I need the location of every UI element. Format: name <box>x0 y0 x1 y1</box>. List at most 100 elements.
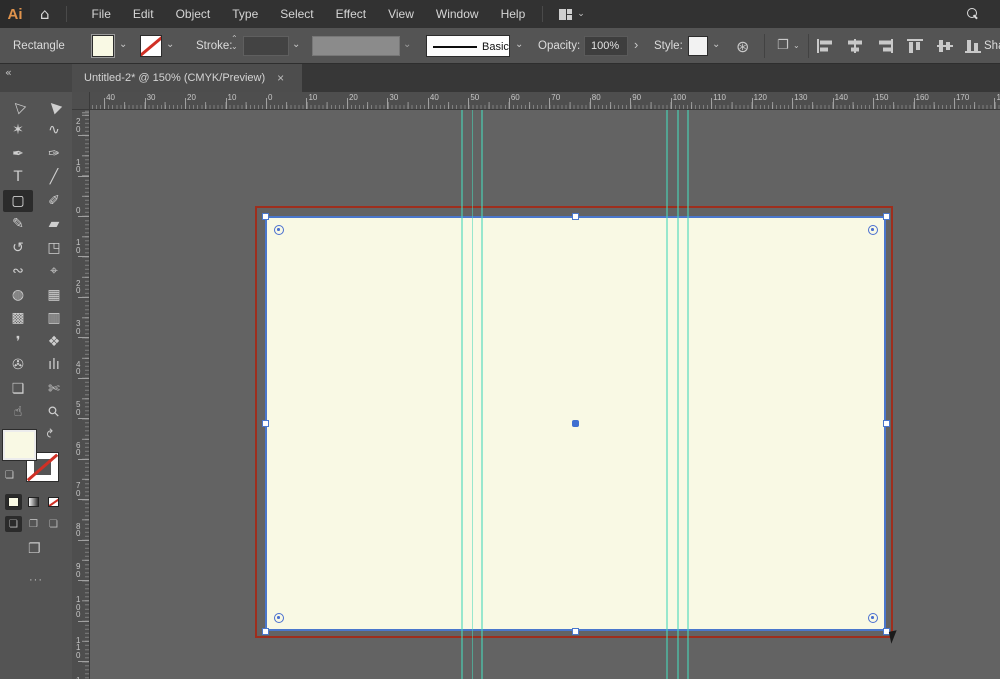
pen-tool[interactable]: ✒ <box>0 142 36 166</box>
selection-handle[interactable] <box>572 212 579 220</box>
isolate-object-icon[interactable]: ❐ <box>777 38 789 53</box>
rectangle-tool[interactable]: ▢ <box>3 190 33 212</box>
recolor-artwork-icon[interactable]: ⊛ <box>736 37 749 56</box>
corner-widget[interactable] <box>867 612 878 623</box>
canvas[interactable] <box>90 110 1000 679</box>
shaper-tool[interactable]: ✎ <box>0 213 36 237</box>
draw-behind-button[interactable]: ❐ <box>25 516 42 532</box>
blend-tool[interactable]: ❖ <box>36 330 72 354</box>
chevron-down-icon[interactable]: ⌄ <box>166 39 174 50</box>
selection-tool[interactable]: ▷ <box>0 95 36 119</box>
guide-line[interactable] <box>687 110 689 679</box>
document-tab[interactable]: Untitled-2* @ 150% (CMYK/Preview) × <box>72 64 302 92</box>
shape-builder-tool[interactable]: ◍ <box>0 283 36 307</box>
eyedropper-tool[interactable]: ❜ <box>0 330 36 354</box>
align-vertical-center-button[interactable] <box>934 37 956 55</box>
gradient-tool[interactable]: ▥ <box>36 307 72 331</box>
guide-line[interactable] <box>666 110 668 679</box>
corner-widget[interactable] <box>273 612 284 623</box>
selection-handle[interactable] <box>261 627 269 635</box>
screen-mode-button[interactable]: ❐ <box>28 541 41 557</box>
magic-wand-tool[interactable]: ✶ <box>0 119 36 143</box>
opacity-input[interactable]: 100% <box>584 36 628 56</box>
selection-handle[interactable] <box>261 212 269 220</box>
menu-select[interactable]: Select <box>269 0 324 28</box>
horizontal-ruler[interactable]: 40 30 20 10 0 10 20 30 40 50 60 70 80 90 100 110 120 130 1… <box>90 92 1000 110</box>
perspective-grid-tool[interactable]: ▦ <box>36 283 72 307</box>
graphic-style-swatch[interactable] <box>688 36 708 56</box>
opacity-options-arrow[interactable]: › <box>634 37 638 52</box>
ruler-origin-box[interactable] <box>72 92 90 110</box>
column-graph-tool[interactable]: ılı <box>36 354 72 378</box>
artboard-tool[interactable]: ❏ <box>0 377 36 401</box>
menu-type[interactable]: Type <box>221 0 269 28</box>
center-point[interactable] <box>572 420 579 427</box>
slice-tool[interactable]: ✄ <box>36 377 72 401</box>
corner-widget[interactable] <box>273 224 284 235</box>
close-tab-icon[interactable]: × <box>277 71 284 85</box>
fill-proxy[interactable] <box>2 429 37 461</box>
guide-line[interactable] <box>677 110 679 679</box>
zoom-tool[interactable]: ⚲ <box>36 401 72 425</box>
stroke-weight-input[interactable] <box>243 36 289 56</box>
collapse-panel-icon[interactable]: « <box>5 66 12 79</box>
hand-tool[interactable]: ☝ <box>0 401 36 425</box>
menu-view[interactable]: View <box>377 0 425 28</box>
edit-toolbar-button[interactable]: ··· <box>0 574 72 586</box>
line-segment-tool[interactable]: ╱ <box>36 166 72 190</box>
swap-fill-stroke-icon[interactable]: ↷ <box>44 428 58 438</box>
gradient-button[interactable] <box>25 494 42 510</box>
selection-handle[interactable] <box>261 420 269 427</box>
scale-tool[interactable]: ◳ <box>36 236 72 260</box>
search-icon[interactable] <box>966 8 978 20</box>
curvature-tool[interactable]: ✑ <box>36 142 72 166</box>
selection-handle[interactable] <box>882 420 890 427</box>
type-tool[interactable]: T <box>0 166 36 190</box>
vertical-ruler[interactable]: 2 0 1 0 0 1 0 2 0 3 0 4 0 5 0 6 0 7 0 8 0 9 0 1 0 0 1… <box>72 110 90 679</box>
shape-link[interactable]: Shape <box>984 40 1000 52</box>
default-fill-stroke-icon[interactable]: ❏ <box>5 470 14 481</box>
draw-normal-button[interactable]: ❏ <box>5 516 22 532</box>
chevron-down-icon[interactable]: ⌄ <box>793 41 800 50</box>
mesh-tool[interactable]: ▩ <box>0 307 36 331</box>
draw-inside-button[interactable]: ❏ <box>45 516 62 532</box>
selection-handle[interactable] <box>882 212 890 220</box>
align-top-button[interactable] <box>904 37 926 55</box>
menu-effect[interactable]: Effect <box>325 0 377 28</box>
direct-selection-tool[interactable]: ▶ <box>36 95 72 119</box>
paintbrush-tool[interactable]: ✐ <box>36 189 72 213</box>
puppet-warp-tool[interactable]: ⌖ <box>36 260 72 284</box>
home-icon[interactable]: ⌂ <box>40 5 50 23</box>
rotate-tool[interactable]: ↺ <box>0 236 36 260</box>
none-button[interactable] <box>45 494 62 510</box>
brush-definition-dropdown[interactable]: Basic <box>426 35 510 57</box>
chevron-down-icon[interactable]: ⌄ <box>292 39 300 50</box>
chevron-down-icon[interactable]: ⌄ <box>119 39 127 50</box>
stroke-color-swatch[interactable] <box>140 35 162 57</box>
guide-line[interactable] <box>461 110 463 679</box>
workspace-switcher-icon[interactable] <box>559 8 573 20</box>
selection-handle[interactable] <box>572 627 579 635</box>
menu-help[interactable]: Help <box>490 0 537 28</box>
menu-file[interactable]: File <box>81 0 122 28</box>
align-horizontal-center-button[interactable] <box>844 37 866 55</box>
stepper-down-icon[interactable]: ⌄ <box>231 43 238 51</box>
menu-edit[interactable]: Edit <box>122 0 165 28</box>
lasso-tool[interactable]: ∿ <box>36 119 72 143</box>
corner-widget[interactable] <box>867 224 878 235</box>
align-right-button[interactable] <box>874 37 896 55</box>
width-tool[interactable]: ∾ <box>0 260 36 284</box>
align-left-button[interactable] <box>814 37 836 55</box>
align-bottom-button[interactable] <box>962 37 984 55</box>
menu-window[interactable]: Window <box>425 0 490 28</box>
stroke-weight-stepper[interactable]: ⌃ ⌄ <box>231 35 238 51</box>
guide-line[interactable] <box>471 110 473 679</box>
chevron-down-icon[interactable]: ⌄ <box>515 39 523 50</box>
fill-color-swatch[interactable] <box>91 34 115 58</box>
color-button[interactable] <box>5 494 22 510</box>
menu-object[interactable]: Object <box>165 0 222 28</box>
eraser-tool[interactable]: ▰ <box>36 213 72 237</box>
chevron-down-icon[interactable]: ⌄ <box>712 39 720 50</box>
chevron-down-icon[interactable]: ⌄ <box>577 9 585 19</box>
symbol-sprayer-tool[interactable]: ✇ <box>0 354 36 378</box>
